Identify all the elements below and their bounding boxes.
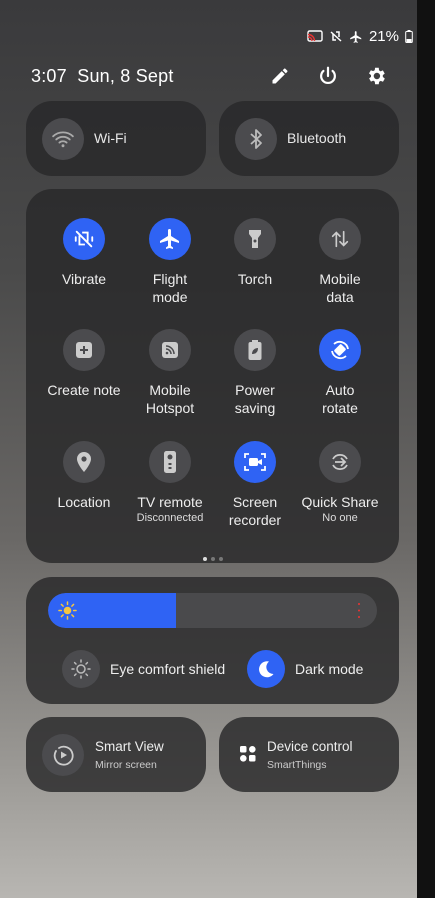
rotate-icon (319, 329, 361, 371)
tile-label: Flight mode (152, 271, 188, 305)
tile-create-note[interactable]: Create note (39, 329, 129, 399)
vibrate-icon (63, 218, 105, 260)
battery-icon (405, 30, 413, 43)
status-bar: 21% (307, 28, 413, 45)
tile-auto-rotate[interactable]: Auto rotate (295, 329, 385, 417)
smart-view-icon (42, 734, 84, 776)
location-pin-icon (63, 441, 105, 483)
power-icon[interactable] (316, 64, 340, 88)
tile-label: Create note (47, 382, 121, 398)
pencil-icon[interactable] (268, 64, 292, 88)
tile-screen-recorder[interactable]: Screen recorder (210, 441, 300, 529)
data-arrows-icon (319, 218, 361, 260)
device-control-subtitle: SmartThings (267, 759, 327, 771)
cast-icon (307, 30, 323, 42)
brightness-panel: Eye comfort shield Dark mode (26, 577, 399, 704)
bluetooth-tile[interactable]: Bluetooth (219, 101, 399, 176)
tile-label: Quick Share (301, 494, 379, 510)
tile-label: Location (57, 494, 111, 510)
tile-label: Torch (237, 271, 273, 287)
device-control-tile[interactable]: Device control SmartThings (219, 717, 399, 792)
tile-flight-mode[interactable]: Flight mode (125, 218, 215, 306)
clock-time: 3:07 (31, 66, 67, 86)
smart-view-title: Smart View (95, 739, 164, 754)
brightness-extra-indicator (358, 603, 360, 618)
wifi-tile[interactable]: Wi-Fi (26, 101, 206, 176)
device-control-title: Device control (267, 739, 353, 754)
battery-percent: 21% (368, 28, 399, 45)
remote-icon (149, 441, 191, 483)
hotspot-icon (149, 329, 191, 371)
vibrate-icon (330, 31, 342, 42)
screen-record-icon (234, 441, 276, 483)
tile-torch[interactable]: Torch (210, 218, 300, 288)
tile-label: Mobile data (319, 271, 361, 305)
bluetooth-label: Bluetooth (287, 130, 347, 146)
eye-comfort-icon (62, 650, 100, 688)
wifi-icon (42, 118, 84, 160)
tile-power-saving[interactable]: Power saving (210, 329, 300, 417)
tile-sublabel: No one (322, 512, 358, 524)
tile-mobile-data[interactable]: Mobile data (295, 218, 385, 306)
smart-view-tile[interactable]: Smart View Mirror screen (26, 717, 206, 792)
tile-label: Auto rotate (322, 382, 358, 416)
dark-mode-toggle[interactable]: Dark mode (247, 650, 363, 688)
tile-sublabel: Disconnected (136, 512, 204, 524)
tile-location[interactable]: Location (39, 441, 129, 511)
gear-icon[interactable] (364, 64, 388, 88)
tile-tv-remote[interactable]: TV remote Disconnected (125, 441, 215, 524)
airplane-icon (149, 218, 191, 260)
quick-settings-grid: Vibrate Flight mode Torch Mobile data Create… (26, 189, 399, 563)
tile-label: TV remote (137, 494, 203, 510)
moon-icon (247, 650, 285, 688)
eye-comfort-label: Eye comfort shield (110, 661, 226, 677)
tile-label: Power saving (234, 382, 276, 416)
tile-label: Screen recorder (228, 494, 282, 528)
eye-comfort-toggle[interactable]: Eye comfort shield (62, 650, 225, 688)
tile-label: Mobile Hotspot (145, 382, 195, 416)
airplane-icon (350, 30, 362, 43)
leaf-battery-icon (234, 329, 276, 371)
dark-mode-label: Dark mode (295, 661, 364, 677)
page-indicator (26, 548, 399, 566)
device-grid-icon (240, 746, 256, 762)
tile-label: Vibrate (61, 271, 107, 287)
torch-icon (234, 218, 276, 260)
screen-edge (417, 0, 435, 898)
clock-date: Sun, 8 Sept (77, 66, 174, 86)
note-plus-icon (63, 329, 105, 371)
wifi-label: Wi-Fi (94, 130, 127, 146)
brightness-slider[interactable] (48, 593, 377, 628)
bluetooth-icon (235, 118, 277, 160)
smart-view-subtitle: Mirror screen (95, 759, 157, 771)
tile-mobile-hotspot[interactable]: Mobile Hotspot (125, 329, 215, 417)
date-time: 3:07 Sun, 8 Sept (31, 66, 174, 87)
header-actions (268, 64, 388, 88)
tile-quick-share[interactable]: Quick Share No one (295, 441, 385, 524)
quick-share-icon (319, 441, 361, 483)
sun-icon (58, 601, 77, 620)
tile-vibrate[interactable]: Vibrate (39, 218, 129, 288)
